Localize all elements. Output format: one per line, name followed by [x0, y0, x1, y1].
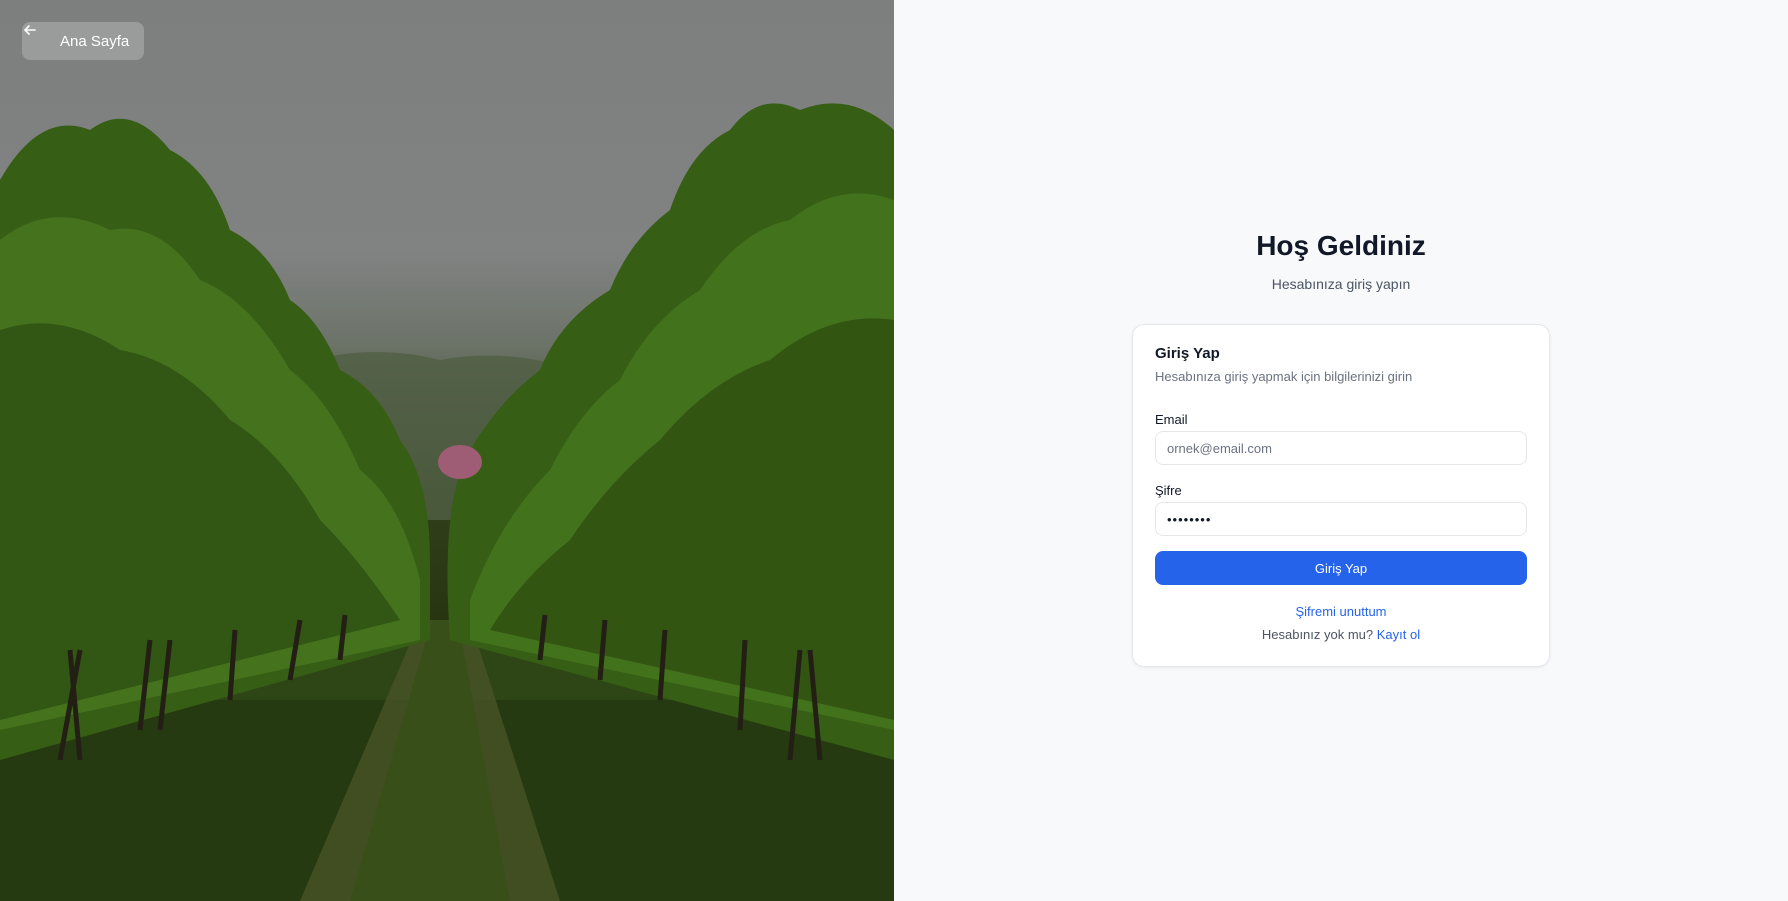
- login-button[interactable]: Giriş Yap: [1155, 551, 1527, 585]
- email-field[interactable]: [1155, 431, 1527, 465]
- password-field[interactable]: [1155, 502, 1527, 536]
- signup-prompt: Hesabınız yok mu? Kayıt ol: [1133, 627, 1549, 642]
- page-subtitle: Hesabınıza giriş yapın: [1271, 276, 1411, 292]
- back-home-button[interactable]: Ana Sayfa: [22, 22, 144, 60]
- forgot-password-link[interactable]: Şifremi unuttum: [1133, 604, 1549, 619]
- card-description: Hesabınıza giriş yapmak için bilgilerini…: [1155, 369, 1413, 384]
- back-home-label: Ana Sayfa: [60, 32, 130, 50]
- login-card: Giriş Yap Hesabınıza giriş yapmak için b…: [1132, 324, 1550, 667]
- signup-link[interactable]: Kayıt ol: [1377, 627, 1420, 642]
- password-label: Şifre: [1155, 483, 1182, 498]
- hero-overlay: [0, 0, 894, 901]
- signup-prompt-text: Hesabınız yok mu?: [1261, 627, 1374, 642]
- email-label: Email: [1155, 412, 1188, 427]
- login-panel: Hoş Geldiniz Hesabınıza giriş yapın Giri…: [894, 0, 1788, 901]
- hero-image: Ana Sayfa: [0, 0, 894, 901]
- page-title: Hoş Geldiniz: [1256, 230, 1426, 261]
- card-title: Giriş Yap: [1155, 345, 1220, 362]
- arrow-left-icon: [24, 25, 52, 49]
